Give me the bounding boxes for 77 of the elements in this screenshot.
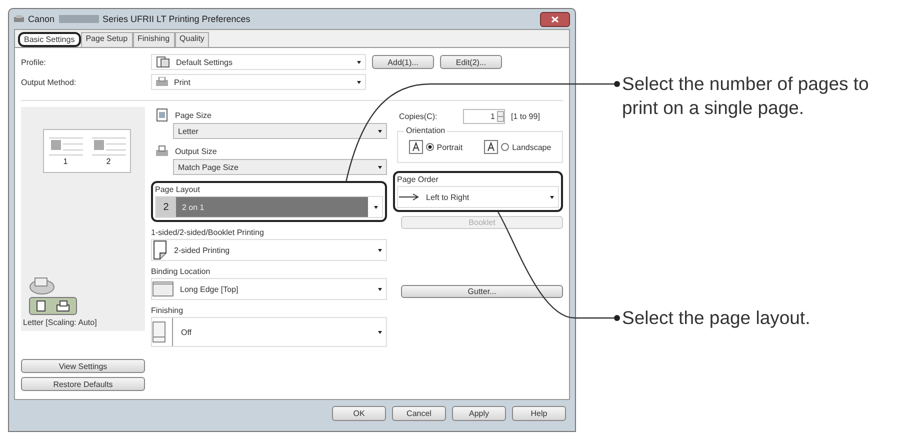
folded-page-icon: [152, 240, 168, 260]
view-toggle-button[interactable]: [29, 297, 77, 315]
caret-icon: [357, 80, 361, 84]
tab[interactable]: Finishing: [132, 32, 175, 47]
profile-icon: [156, 56, 170, 68]
page-number: 1: [63, 158, 68, 166]
window-title: Canon: [28, 14, 55, 24]
page-icon: [36, 300, 46, 312]
page-icon: [152, 321, 166, 343]
printer-icon: [29, 275, 55, 295]
copies-field[interactable]: 1: [463, 108, 505, 124]
duplex-label: 1-sided/2-sided/Booklet Printing: [151, 228, 265, 237]
caret-icon: [378, 288, 382, 290]
gutter-button[interactable]: Gutter...: [401, 285, 563, 298]
copies-label: Copies(C):: [399, 112, 438, 120]
callout-text: Select the page layout.: [622, 306, 812, 330]
output-size-dropdown[interactable]: Match Page Size: [173, 159, 387, 175]
page-number: 2: [106, 158, 111, 166]
caret-icon: [374, 206, 378, 208]
dialog-button[interactable]: OK: [332, 406, 386, 420]
caret-icon: [378, 248, 382, 252]
finishing-label: Finishing: [151, 306, 184, 315]
radio-button[interactable]: [501, 143, 510, 151]
preview-button[interactable]: View Settings: [21, 359, 145, 373]
page-thumbnail-drawing: [92, 136, 126, 158]
printer-icon: [14, 15, 24, 23]
caret-icon: [550, 196, 554, 198]
duplex-dropdown[interactable]: 2-sided Printing: [151, 239, 387, 261]
tab[interactable]: Quality: [174, 32, 210, 47]
profile-dropdown[interactable]: Default Settings: [151, 54, 366, 70]
page-order-dropdown[interactable]: Left to Right: [397, 186, 559, 208]
preview-caption: Letter [Scaling: Auto]: [23, 318, 97, 327]
page-size-dropdown[interactable]: Letter: [173, 123, 387, 139]
caret-icon: [378, 330, 382, 334]
printer-icon: [155, 145, 169, 157]
tab[interactable]: Basic Settings: [18, 32, 81, 47]
caret-icon: [357, 60, 361, 64]
output-method-label: Output Method:: [21, 78, 78, 86]
page-size-icon: [155, 108, 169, 122]
binding-location-label: Binding Location: [151, 267, 212, 276]
profile-button[interactable]: Add(1)...: [372, 55, 434, 69]
dialog-button[interactable]: Help: [512, 406, 566, 420]
finishing-dropdown[interactable]: Off: [151, 317, 387, 347]
page-icon: [152, 281, 174, 297]
dialog-button[interactable]: Cancel: [392, 406, 446, 420]
window-title: Series UFRII LT Printing Preferences: [102, 14, 250, 24]
layout-number: 2: [156, 197, 176, 217]
binding-location-dropdown[interactable]: Long Edge [Top]: [151, 278, 387, 300]
page-size-label: Page Size: [175, 110, 212, 120]
printer-icon: [56, 300, 70, 312]
profile-label: Profile:: [21, 58, 47, 66]
orientation-label: Orientation: [404, 126, 448, 135]
page-thumbnail-drawing: [48, 136, 82, 158]
orientation-option[interactable]: Portrait: [408, 140, 463, 154]
caret-icon: [378, 130, 382, 132]
letter-page-icon: [484, 140, 498, 154]
close-icon: [551, 16, 559, 22]
spinner-icon: [497, 110, 504, 122]
output-size-label: Output Size: [175, 146, 217, 156]
page-layout-label: Page Layout: [155, 185, 201, 194]
preview-button[interactable]: Restore Defaults: [21, 377, 145, 391]
dialog-button[interactable]: Apply: [452, 406, 506, 420]
redaction-bar: [58, 15, 99, 23]
profile-button[interactable]: Edit(2)...: [440, 55, 502, 69]
orientation-option[interactable]: Landscape: [484, 140, 552, 154]
output-method-dropdown[interactable]: Print: [151, 74, 366, 90]
printer-icon: [156, 77, 168, 87]
close-button[interactable]: [540, 12, 570, 26]
radio-button[interactable]: [426, 143, 434, 151]
page-order-label: Page Order: [397, 175, 440, 184]
letter-page-icon: [408, 140, 423, 154]
layout-value: 2 on 1: [176, 197, 368, 217]
caret-icon: [378, 166, 382, 168]
copies-range: [1 to 99]: [511, 112, 540, 120]
callout-text: Select the number of pages to print on a single page.: [622, 72, 870, 120]
page-layout-dropdown[interactable]: 2 2 on 1: [155, 196, 383, 218]
tab[interactable]: Page Setup: [80, 32, 133, 47]
